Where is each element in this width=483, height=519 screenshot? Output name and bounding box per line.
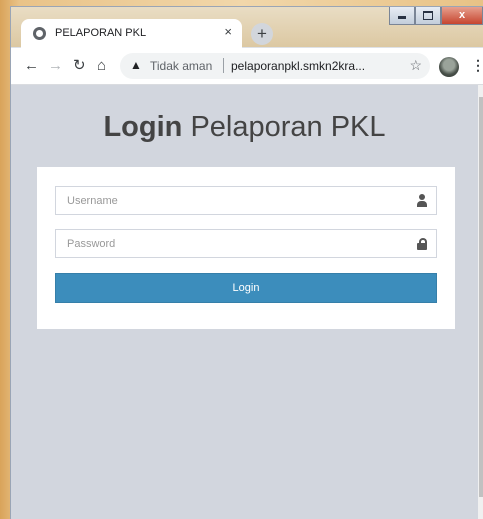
security-label[interactable]: Tidak aman (150, 59, 212, 73)
maximize-icon (423, 10, 433, 20)
kebab-menu-icon[interactable]: ⋮ (471, 57, 483, 74)
password-input[interactable] (56, 230, 407, 257)
url-text[interactable]: pelaporanpkl.smkn2kra... (231, 59, 365, 73)
title-bar: PELAPORAN PKL × + x (11, 7, 483, 49)
minimize-button[interactable] (389, 7, 415, 25)
browser-window: PELAPORAN PKL × + x ← → ↻ ⌂ ▲ Tidak aman… (10, 6, 483, 519)
forward-arrow-icon[interactable]: → (48, 57, 63, 75)
logo-light: Pelaporan PKL (190, 111, 386, 143)
bookmark-star-icon[interactable]: ☆ (409, 57, 422, 74)
browser-tab[interactable]: PELAPORAN PKL × (21, 19, 242, 49)
address-bar[interactable]: ▲ Tidak aman pelaporanpkl.smkn2kra... ☆ (120, 53, 430, 79)
reload-icon[interactable]: ↻ (73, 57, 86, 75)
tab-close-button[interactable]: × (224, 25, 232, 39)
globe-icon (33, 27, 46, 40)
warning-icon[interactable]: ▲ (130, 58, 142, 72)
page-content: Login Pelaporan PKL Login (11, 85, 478, 519)
minimize-icon (398, 15, 406, 19)
maximize-button[interactable] (415, 7, 441, 25)
password-field (55, 229, 437, 258)
new-tab-button[interactable]: + (251, 23, 273, 45)
close-window-button[interactable]: x (441, 7, 483, 25)
logo-bold: Login (103, 111, 183, 143)
lock-icon (416, 237, 428, 251)
divider (223, 58, 224, 73)
page-scrollbar[interactable] (478, 85, 483, 519)
back-arrow-icon[interactable]: ← (24, 57, 39, 75)
username-input[interactable] (56, 187, 407, 214)
browser-toolbar: ← → ↻ ⌂ ▲ Tidak aman pelaporanpkl.smkn2k… (11, 48, 483, 85)
window-controls: x (389, 7, 483, 27)
login-logo: Login Pelaporan PKL (11, 111, 478, 144)
user-icon (416, 194, 428, 208)
login-button[interactable]: Login (55, 273, 437, 303)
tab-title: PELAPORAN PKL (55, 27, 147, 39)
profile-avatar[interactable] (439, 57, 459, 77)
home-icon[interactable]: ⌂ (97, 57, 106, 75)
login-box: Login (37, 167, 455, 329)
username-field (55, 186, 437, 215)
